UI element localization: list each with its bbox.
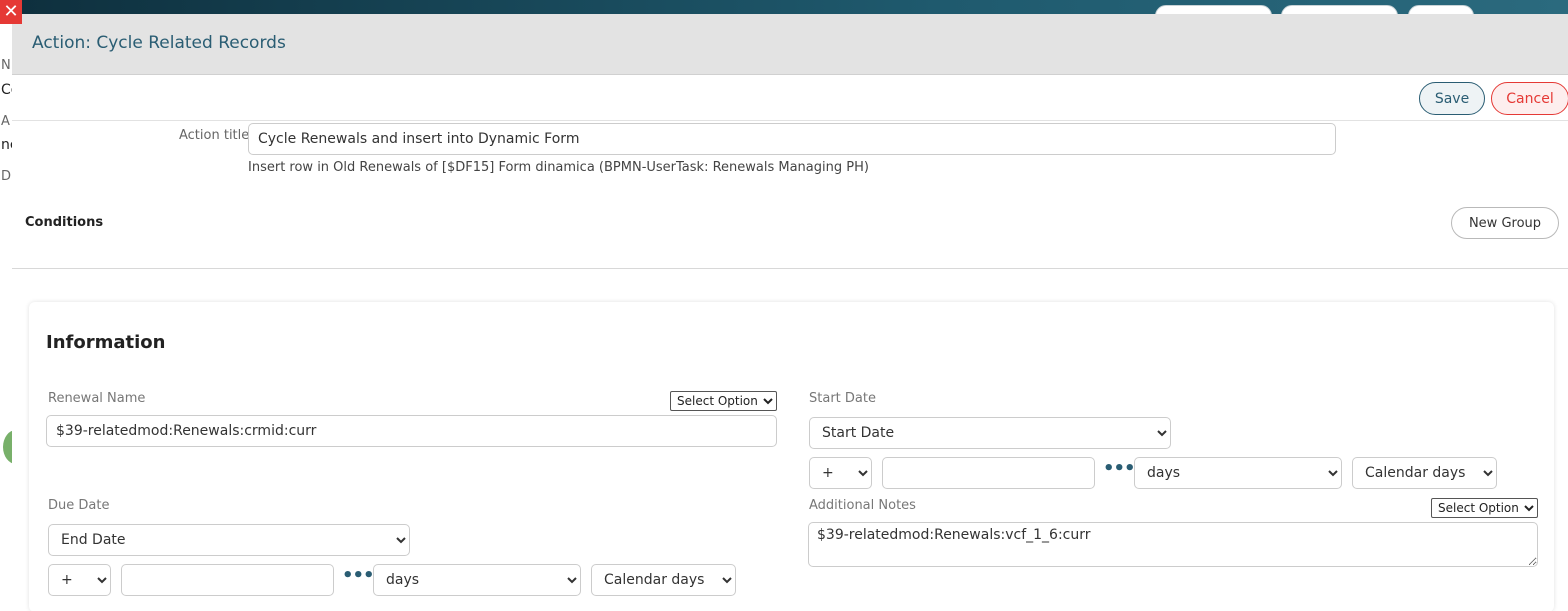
additional-notes-option-select[interactable]: Select Option... xyxy=(1431,498,1538,518)
conditions-heading: Conditions xyxy=(25,215,104,230)
action-title-help-text: Insert row in Old Renewals of [$DF15] Fo… xyxy=(248,160,869,175)
renewal-name-label: Renewal Name xyxy=(48,391,146,406)
more-horizontal-icon[interactable]: ••• xyxy=(1103,460,1136,478)
start-date-sign-select[interactable]: + xyxy=(809,457,872,489)
start-date-daytype-select[interactable]: Calendar days xyxy=(1352,457,1497,489)
start-date-label: Start Date xyxy=(809,391,876,406)
background-text: A xyxy=(1,114,10,129)
close-icon[interactable]: ✕ xyxy=(0,0,22,24)
due-date-sign-select[interactable]: + xyxy=(48,564,111,596)
start-date-offset-input[interactable] xyxy=(882,457,1095,489)
divider xyxy=(12,268,1568,269)
modal-toolbar: Save Cancel xyxy=(12,75,1568,121)
renewal-name-input[interactable] xyxy=(46,415,777,447)
additional-notes-label: Additional Notes xyxy=(809,498,916,513)
more-horizontal-icon[interactable]: ••• xyxy=(342,567,375,585)
start-date-unit-select[interactable]: days xyxy=(1134,457,1342,489)
action-title-input[interactable] xyxy=(248,123,1336,155)
start-date-select[interactable]: Start Date xyxy=(809,417,1171,449)
background-text: D xyxy=(1,169,12,184)
save-button[interactable]: Save xyxy=(1419,82,1485,115)
information-title: Information xyxy=(46,332,166,353)
due-date-offset-input[interactable] xyxy=(121,564,334,596)
due-date-daytype-select[interactable]: Calendar days xyxy=(591,564,736,596)
action-modal: Action: Cycle Related Records Save Cance… xyxy=(12,14,1568,611)
due-date-label: Due Date xyxy=(48,498,110,513)
action-title-label: Action title xyxy=(179,128,250,143)
renewal-name-option-select[interactable]: Select Option... xyxy=(670,391,777,411)
information-card: Information Renewal Name Select Option..… xyxy=(29,302,1554,611)
modal-header: Action: Cycle Related Records xyxy=(12,14,1568,75)
due-date-select[interactable]: End Date xyxy=(48,524,410,556)
background-text: N xyxy=(1,58,11,73)
new-group-button[interactable]: New Group xyxy=(1451,207,1559,239)
due-date-unit-select[interactable]: days xyxy=(373,564,581,596)
modal-title: Action: Cycle Related Records xyxy=(32,33,286,53)
additional-notes-textarea[interactable]: $39-relatedmod:Renewals:vcf_1_6:curr xyxy=(808,522,1538,567)
cancel-button[interactable]: Cancel xyxy=(1491,82,1568,115)
